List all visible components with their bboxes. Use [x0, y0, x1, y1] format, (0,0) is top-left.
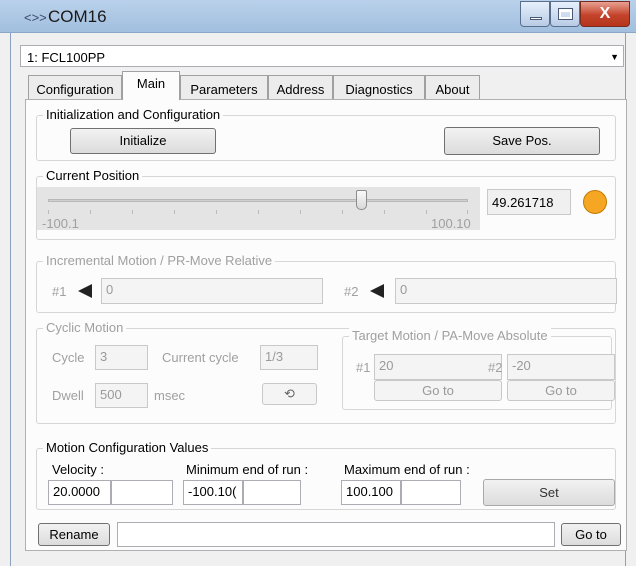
slider-tick [48, 210, 49, 214]
title-bar: <>> COM16 X [0, 0, 636, 33]
maximize-icon [558, 8, 573, 20]
tab-diagnostics[interactable]: Diagnostics [333, 75, 425, 99]
slider-tick [300, 210, 301, 214]
close-icon: X [599, 5, 611, 22]
velocity-label: Velocity : [52, 462, 105, 477]
dwell-label: Dwell [52, 388, 84, 403]
maximize-button[interactable] [550, 1, 580, 27]
target-label-1: #1 [356, 360, 371, 375]
slider-tick [258, 210, 259, 214]
velocity-value: 20.0000 [48, 480, 111, 505]
dwell-input[interactable]: 500 [95, 383, 148, 408]
slider-tick [90, 210, 91, 214]
cycle-icon: ⟲ [284, 386, 295, 401]
window-title: COM16 [48, 7, 107, 26]
tab-main[interactable]: Main [122, 71, 180, 100]
target-goto-button-1[interactable]: Go to [374, 380, 502, 401]
slider-tick [384, 210, 385, 214]
set-button[interactable]: Set [483, 479, 615, 506]
incremental-left-arrow-button-1[interactable] [74, 279, 98, 303]
incremental-left-arrow-button-2[interactable] [366, 279, 390, 303]
minimize-icon [530, 17, 542, 20]
status-indicator-icon [583, 190, 607, 214]
device-select[interactable]: 1: FCL100PP ▼ [20, 45, 624, 67]
slider-tick [216, 210, 217, 214]
minimize-button[interactable] [520, 1, 550, 27]
max-end-of-run-value: 100.100 [341, 480, 401, 505]
position-value-display: 49.261718 [487, 189, 571, 215]
dwell-unit-label: msec [154, 388, 186, 403]
tab-about[interactable]: About [425, 75, 480, 99]
target-input-2[interactable]: -20 [507, 354, 615, 380]
rename-button[interactable]: Rename [38, 523, 110, 546]
tab-parameters[interactable]: Parameters [180, 75, 268, 99]
slider-max-label: 100.10 [431, 216, 471, 231]
cycle-start-button[interactable]: ⟲ [262, 383, 317, 405]
position-slider-track[interactable] [48, 199, 468, 202]
position-slider-thumb[interactable] [355, 190, 367, 210]
slider-min-label: -100.1 [42, 216, 79, 231]
min-end-of-run-input[interactable] [243, 480, 301, 505]
initialize-button[interactable]: Initialize [70, 128, 216, 154]
max-end-of-run-input[interactable] [401, 480, 461, 505]
position-name-combo[interactable] [117, 522, 555, 547]
cycle-input[interactable]: 3 [95, 345, 148, 370]
incremental-input-2[interactable]: 0 [395, 278, 617, 304]
init-group-label: Initialization and Configuration [43, 107, 224, 122]
incremental-group-label: Incremental Motion / PR-Move Relative [43, 253, 276, 268]
left-arrow-icon [78, 284, 92, 298]
target-group-label: Target Motion / PA-Move Absolute [349, 328, 551, 343]
velocity-input[interactable] [111, 480, 173, 505]
slider-tick [132, 210, 133, 214]
incremental-input-1[interactable]: 0 [101, 278, 323, 304]
tab-address[interactable]: Address [268, 75, 333, 99]
min-end-of-run-value: -100.10( [183, 480, 243, 505]
incremental-label-2: #2 [344, 284, 359, 299]
device-select-value: 1: FCL100PP [27, 50, 106, 65]
min-end-of-run-label: Minimum end of run : [186, 462, 309, 477]
save-position-button[interactable]: Save Pos. [444, 127, 600, 155]
slider-tick [467, 210, 468, 214]
slider-area [37, 187, 480, 230]
config-group-label: Motion Configuration Values [43, 440, 212, 455]
target-goto-button-2[interactable]: Go to [507, 380, 615, 401]
position-group-label: Current Position [43, 168, 143, 183]
left-arrow-icon [370, 284, 384, 298]
target-input-1[interactable]: 20 [374, 354, 502, 380]
cycle-label: Cycle [52, 350, 85, 365]
slider-tick [342, 210, 343, 214]
current-cycle-value: 1/3 [260, 345, 318, 370]
target-label-2: #2 [488, 360, 503, 375]
slider-tick [426, 210, 427, 214]
max-end-of-run-label: Maximum end of run : [344, 462, 470, 477]
dropdown-arrow-icon: ▼ [610, 52, 619, 62]
tab-configuration[interactable]: Configuration [28, 75, 122, 99]
slider-tick [174, 210, 175, 214]
incremental-label-1: #1 [52, 284, 67, 299]
current-cycle-label: Current cycle [162, 350, 239, 365]
goto-button[interactable]: Go to [561, 523, 621, 546]
cyclic-group-label: Cyclic Motion [43, 320, 127, 335]
connection-icon: <>> [24, 10, 47, 25]
close-button[interactable]: X [580, 1, 630, 27]
